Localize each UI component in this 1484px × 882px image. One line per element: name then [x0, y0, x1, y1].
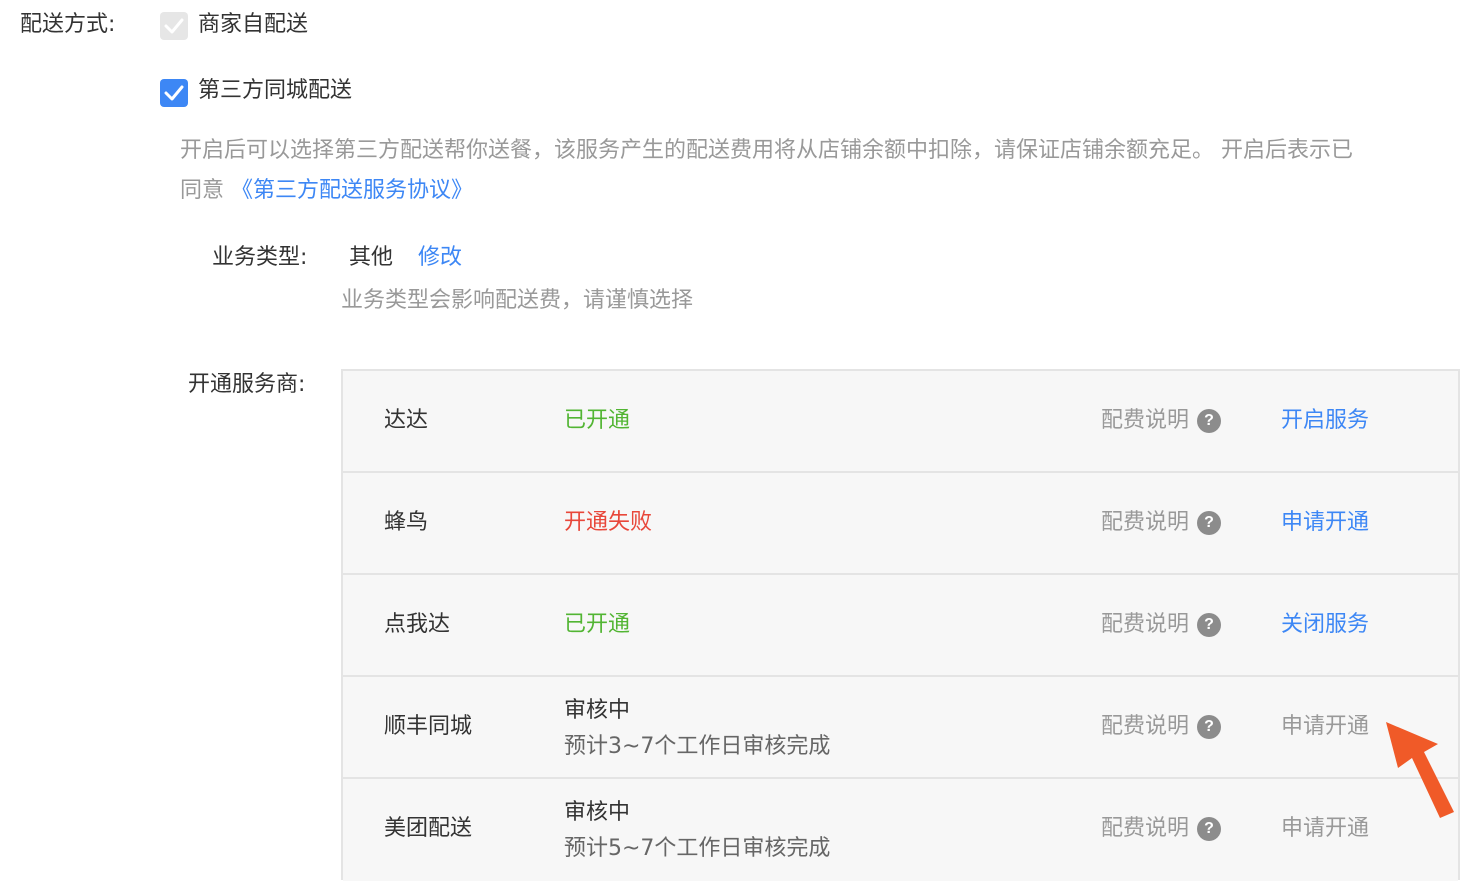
fee-info-label: 配费说明 — [1101, 816, 1190, 841]
fee-info[interactable]: 配费说明 ? — [1101, 677, 1222, 777]
fee-info-label: 配费说明 — [1101, 612, 1190, 637]
provider-name: 美团配送 — [384, 816, 473, 841]
provider-status: 开通失败 — [564, 510, 653, 535]
enable-service-link[interactable]: 开启服务 — [1281, 371, 1369, 471]
disable-service-link[interactable]: 关闭服务 — [1281, 575, 1369, 675]
fee-info-label: 配费说明 — [1101, 714, 1190, 739]
providers-label: 开通服务商: — [188, 372, 306, 397]
table-row: 点我达 已开通 配费说明 ? 关闭服务 — [343, 575, 1458, 677]
fee-info[interactable]: 配费说明 ? — [1101, 575, 1222, 675]
agree-prefix: 同意 — [180, 178, 231, 203]
provider-name: 顺丰同城 — [384, 714, 473, 739]
question-circle-icon[interactable]: ? — [1197, 817, 1222, 841]
description-line-1: 开启后可以选择第三方配送帮你送餐，该服务产生的配送费用将从店铺余额中扣除，请保证… — [180, 138, 1353, 163]
business-type-label: 业务类型: — [212, 245, 308, 270]
self-delivery-checkbox[interactable] — [160, 12, 188, 40]
business-type-hint: 业务类型会影响配送费，请谨慎选择 — [341, 288, 694, 313]
provider-status: 审核中 预计5~7个工作日审核完成 — [564, 795, 830, 867]
apply-link-disabled: 申请开通 — [1281, 816, 1370, 841]
fee-info[interactable]: 配费说明 ? — [1101, 779, 1222, 879]
providers-table: 达达 已开通 配费说明 ? 开启服务 蜂鸟 开通失败 配费说明 ? 申请开通 点… — [341, 369, 1460, 881]
question-circle-icon[interactable]: ? — [1197, 511, 1222, 535]
business-type-edit-link[interactable]: 修改 — [418, 245, 462, 271]
delivery-method-label: 配送方式: — [20, 12, 116, 37]
business-type-value: 其他 — [349, 245, 394, 270]
status-main: 审核中 — [564, 698, 631, 723]
annotation-arrow-icon — [1386, 722, 1454, 818]
provider-status: 已开通 — [564, 612, 631, 637]
fee-info[interactable]: 配费说明 ? — [1101, 473, 1222, 573]
provider-status: 已开通 — [564, 408, 631, 433]
description-line-2: 同意 《第三方配送服务协议》 — [180, 171, 1470, 211]
question-circle-icon[interactable]: ? — [1197, 409, 1222, 433]
fee-info-label: 配费说明 — [1101, 408, 1190, 433]
table-row: 顺丰同城 审核中 预计3~7个工作日审核完成 配费说明 ? 申请开通 — [343, 677, 1458, 779]
fee-info-label: 配费说明 — [1101, 510, 1190, 535]
question-circle-icon[interactable]: ? — [1197, 613, 1222, 637]
third-party-delivery-checkbox[interactable] — [160, 79, 188, 107]
question-circle-icon[interactable]: ? — [1197, 715, 1222, 739]
table-row: 美团配送 审核中 预计5~7个工作日审核完成 配费说明 ? 申请开通 — [343, 779, 1458, 881]
third-party-description: 开启后可以选择第三方配送帮你送餐，该服务产生的配送费用将从店铺余额中扣除，请保证… — [180, 131, 1470, 211]
provider-status: 审核中 预计3~7个工作日审核完成 — [564, 693, 830, 765]
status-sub: 预计5~7个工作日审核完成 — [564, 836, 831, 861]
fee-info[interactable]: 配费说明 ? — [1101, 371, 1222, 471]
provider-name: 点我达 — [384, 612, 451, 637]
apply-link-disabled: 申请开通 — [1281, 714, 1370, 739]
provider-name: 蜂鸟 — [384, 510, 429, 535]
third-party-delivery-label: 第三方同城配送 — [198, 78, 353, 103]
agreement-link[interactable]: 《第三方配送服务协议》 — [231, 178, 473, 203]
apply-link[interactable]: 申请开通 — [1281, 473, 1369, 573]
provider-name: 达达 — [384, 408, 429, 433]
self-delivery-label: 商家自配送 — [198, 12, 309, 37]
status-sub: 预计3~7个工作日审核完成 — [564, 734, 831, 759]
check-icon — [164, 18, 184, 34]
table-row: 蜂鸟 开通失败 配费说明 ? 申请开通 — [343, 473, 1458, 575]
check-icon — [164, 85, 184, 101]
table-row: 达达 已开通 配费说明 ? 开启服务 — [343, 371, 1458, 473]
status-main: 审核中 — [564, 800, 631, 825]
